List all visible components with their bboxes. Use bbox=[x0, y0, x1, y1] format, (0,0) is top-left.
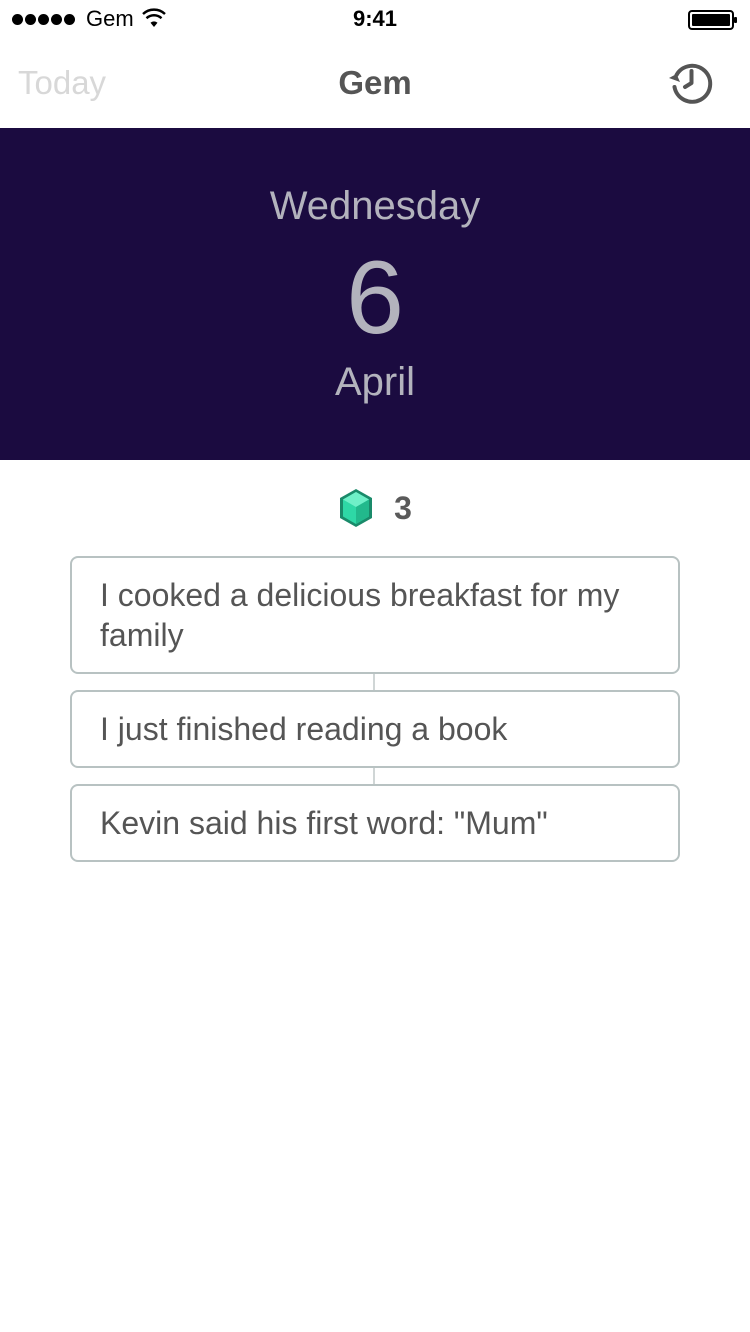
gem-icon bbox=[340, 489, 373, 527]
entry-connector bbox=[373, 768, 375, 784]
status-bar: Gem 9:41 bbox=[0, 0, 750, 40]
navigation-bar: Today Gem bbox=[0, 40, 750, 128]
month-label: April bbox=[334, 360, 416, 404]
entry-connector bbox=[373, 674, 375, 690]
date-header: Wednesday 6 April bbox=[0, 128, 750, 460]
entry-text: Kevin said his first word: "Mum" bbox=[100, 805, 548, 841]
page-title: Gem bbox=[338, 64, 412, 101]
entry-card[interactable]: I just finished reading a book bbox=[70, 690, 680, 768]
gem-counter: 3 bbox=[0, 488, 750, 528]
entry-text: I cooked a delicious breakfast for my fa… bbox=[100, 577, 620, 653]
battery-icon bbox=[688, 10, 737, 30]
entries-list: I cooked a delicious breakfast for my fa… bbox=[70, 556, 680, 862]
history-icon[interactable] bbox=[666, 57, 716, 107]
status-time: 9:41 bbox=[352, 6, 398, 31]
entry-card[interactable]: Kevin said his first word: "Mum" bbox=[70, 784, 680, 862]
day-number: 6 bbox=[346, 240, 404, 356]
gem-count: 3 bbox=[394, 489, 412, 526]
entry-card[interactable]: I cooked a delicious breakfast for my fa… bbox=[70, 556, 680, 674]
entry-text: I just finished reading a book bbox=[100, 711, 508, 747]
weekday-label: Wednesday bbox=[269, 184, 481, 228]
